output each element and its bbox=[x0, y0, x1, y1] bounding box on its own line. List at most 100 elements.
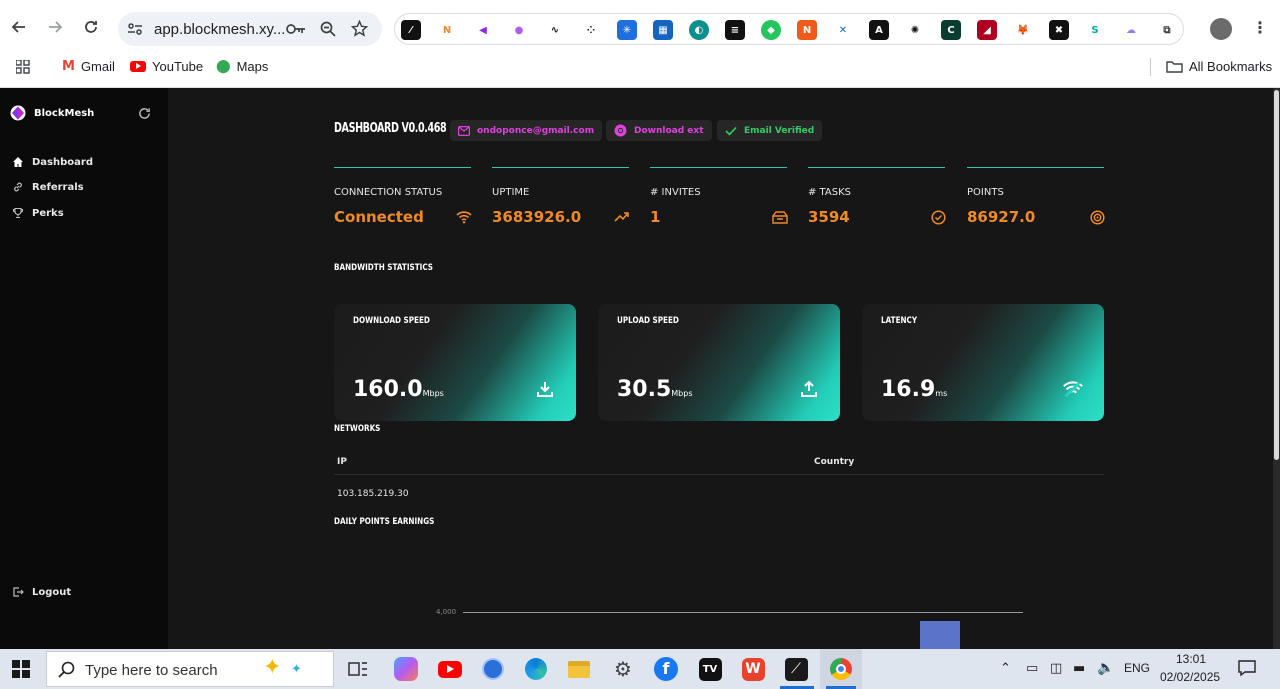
card-unit: ms bbox=[935, 389, 948, 398]
zoom-icon[interactable] bbox=[320, 21, 336, 37]
windows-start-icon[interactable] bbox=[12, 660, 30, 682]
extension-icon[interactable]: ≡ bbox=[725, 20, 745, 40]
back-button[interactable] bbox=[8, 16, 30, 38]
check-circle-icon bbox=[930, 209, 946, 225]
extension-icon[interactable]: N bbox=[797, 20, 817, 40]
facebook-icon[interactable]: f bbox=[654, 657, 678, 681]
extension-icon[interactable]: ✳ bbox=[617, 20, 637, 40]
site-info-icon[interactable] bbox=[127, 22, 143, 36]
extension-icon[interactable]: ◐ bbox=[689, 20, 709, 40]
sidebar-item-perks[interactable]: Perks bbox=[12, 207, 64, 219]
chevron-up-icon[interactable]: ⌃ bbox=[1000, 661, 1011, 676]
taskbar-search-box[interactable]: Type here to search ✦ ✦ bbox=[46, 651, 334, 687]
brand[interactable]: BlockMesh bbox=[10, 105, 94, 121]
youtube-taskbar-icon[interactable] bbox=[438, 657, 462, 681]
extension-icon[interactable]: S bbox=[1085, 20, 1105, 40]
scrollbar-thumb[interactable] bbox=[1274, 90, 1279, 460]
download-extension-button[interactable]: Download ext bbox=[606, 120, 712, 141]
search-icon bbox=[58, 661, 75, 678]
language-indicator[interactable]: ENG bbox=[1124, 661, 1150, 675]
bookmark-gmail[interactable]: M Gmail bbox=[62, 59, 115, 74]
app-icon[interactable]: ⟋ bbox=[784, 657, 808, 681]
url-text[interactable]: app.blockmesh.xy... bbox=[154, 21, 285, 38]
column-header-country: Country bbox=[814, 457, 855, 467]
wps-office-icon[interactable]: W bbox=[741, 657, 765, 681]
battery-icon[interactable]: ▬ bbox=[1073, 661, 1085, 676]
link-icon bbox=[14, 182, 22, 192]
network-ip-cell: 103.185.219.30 bbox=[337, 489, 409, 499]
bookmarks-divider bbox=[1150, 58, 1151, 76]
forward-button[interactable] bbox=[44, 16, 66, 38]
profile-avatar[interactable] bbox=[1210, 18, 1232, 40]
bookmark-youtube[interactable]: YouTube bbox=[130, 59, 203, 74]
notifications-icon[interactable] bbox=[1238, 659, 1256, 681]
edge-icon[interactable] bbox=[524, 657, 548, 681]
stat-divider bbox=[492, 167, 629, 168]
clock-time[interactable]: 13:01 bbox=[1176, 652, 1206, 666]
password-key-icon[interactable] bbox=[286, 22, 306, 36]
reload-button[interactable] bbox=[80, 16, 102, 38]
copilot-icon[interactable] bbox=[394, 657, 418, 681]
page-title: DASHBOARD V0.0.468 bbox=[334, 121, 447, 136]
youtube-icon bbox=[130, 61, 146, 72]
search-placeholder[interactable]: Type here to search bbox=[85, 662, 218, 679]
extension-icon[interactable]: N bbox=[437, 20, 457, 40]
card-value: 30.5Mbps bbox=[617, 377, 693, 402]
email-text: ondoponce@gmail.com bbox=[477, 125, 595, 136]
stat-points: POINTS 86927.0 bbox=[967, 167, 1105, 247]
extension-icon[interactable]: ✕ bbox=[833, 20, 853, 40]
sidebar-item-dashboard[interactable]: Dashboard bbox=[12, 156, 93, 168]
extension-icon[interactable]: C bbox=[941, 20, 961, 40]
all-bookmarks-button[interactable]: All Bookmarks bbox=[1166, 59, 1272, 74]
table-divider bbox=[334, 474, 1104, 475]
extension-icon[interactable]: ⁘ bbox=[581, 20, 601, 40]
extension-icon[interactable]: ☁ bbox=[1121, 20, 1141, 40]
refresh-icon[interactable] bbox=[138, 105, 151, 124]
bookmark-star-icon[interactable] bbox=[351, 20, 368, 37]
extension-icon[interactable]: ▦ bbox=[653, 20, 673, 40]
address-bar[interactable]: app.blockmesh.xy... bbox=[118, 12, 382, 46]
card-unit: Mbps bbox=[422, 389, 444, 398]
extension-icon[interactable]: ◀ bbox=[473, 20, 493, 40]
daily-points-heading: DAILY POINTS EARNINGS bbox=[334, 517, 435, 527]
file-explorer-icon[interactable] bbox=[567, 657, 591, 681]
volume-icon[interactable]: 🔈 bbox=[1097, 660, 1114, 676]
stat-value: 3683926.0 bbox=[492, 208, 582, 226]
mail-icon bbox=[458, 125, 470, 136]
apps-grid-icon[interactable] bbox=[15, 59, 30, 78]
main-content: DASHBOARD V0.0.468 ondoponce@gmail.com D… bbox=[168, 88, 1273, 649]
gmail-icon: M bbox=[62, 59, 75, 74]
windows-taskbar: Type here to search ✦ ✦ ⚙ f TV W ⟋ ⌃ ▭ ◫… bbox=[0, 649, 1280, 689]
bookmark-label: Gmail bbox=[80, 59, 115, 74]
email-badge[interactable]: ondoponce@gmail.com bbox=[450, 120, 603, 141]
extensions-puzzle-icon[interactable]: ⧉ bbox=[1157, 20, 1177, 40]
task-view-icon[interactable] bbox=[346, 657, 370, 681]
bookmark-maps[interactable]: ⬤ Maps bbox=[216, 59, 268, 74]
stat-label: UPTIME bbox=[492, 187, 530, 198]
extension-icon[interactable]: A bbox=[869, 20, 889, 40]
extension-icon[interactable]: ◆ bbox=[761, 20, 781, 40]
extension-icon[interactable]: ● bbox=[509, 20, 529, 40]
bandwidth-heading: BANDWIDTH STATISTICS bbox=[334, 263, 433, 273]
chrome-icon[interactable] bbox=[829, 657, 853, 681]
stat-divider bbox=[808, 167, 945, 168]
stat-divider bbox=[650, 167, 787, 168]
stat-label: # TASKS bbox=[808, 187, 851, 198]
browser-menu-icon[interactable]: ⋮ bbox=[1252, 18, 1268, 37]
chart-gridline bbox=[463, 612, 1023, 613]
metamask-extension-icon[interactable]: 🦊 bbox=[1013, 20, 1033, 40]
extension-icon[interactable]: ✺ bbox=[905, 20, 925, 40]
phone-app-icon[interactable] bbox=[481, 657, 505, 681]
extension-icon[interactable]: ◢ bbox=[977, 20, 997, 40]
clock-date[interactable]: 02/02/2025 bbox=[1160, 670, 1220, 684]
browser-toolbar: app.blockmesh.xy... ⁄ N ◀ ● ∿ ⁘ ✳ ▦ ◐ ≡ … bbox=[0, 6, 1280, 54]
sidebar-item-referrals[interactable]: Referrals bbox=[12, 181, 84, 193]
tradingview-icon[interactable]: TV bbox=[698, 657, 722, 681]
extension-icon[interactable]: ✖ bbox=[1049, 20, 1069, 40]
camera-icon[interactable]: ◫ bbox=[1050, 661, 1062, 676]
settings-gear-icon[interactable]: ⚙ bbox=[611, 657, 635, 681]
extension-icon[interactable]: ⁄ bbox=[401, 20, 421, 40]
logout-button[interactable]: Logout bbox=[12, 586, 71, 598]
extension-icon[interactable]: ∿ bbox=[545, 20, 565, 40]
monitor-icon[interactable]: ▭ bbox=[1026, 661, 1038, 676]
